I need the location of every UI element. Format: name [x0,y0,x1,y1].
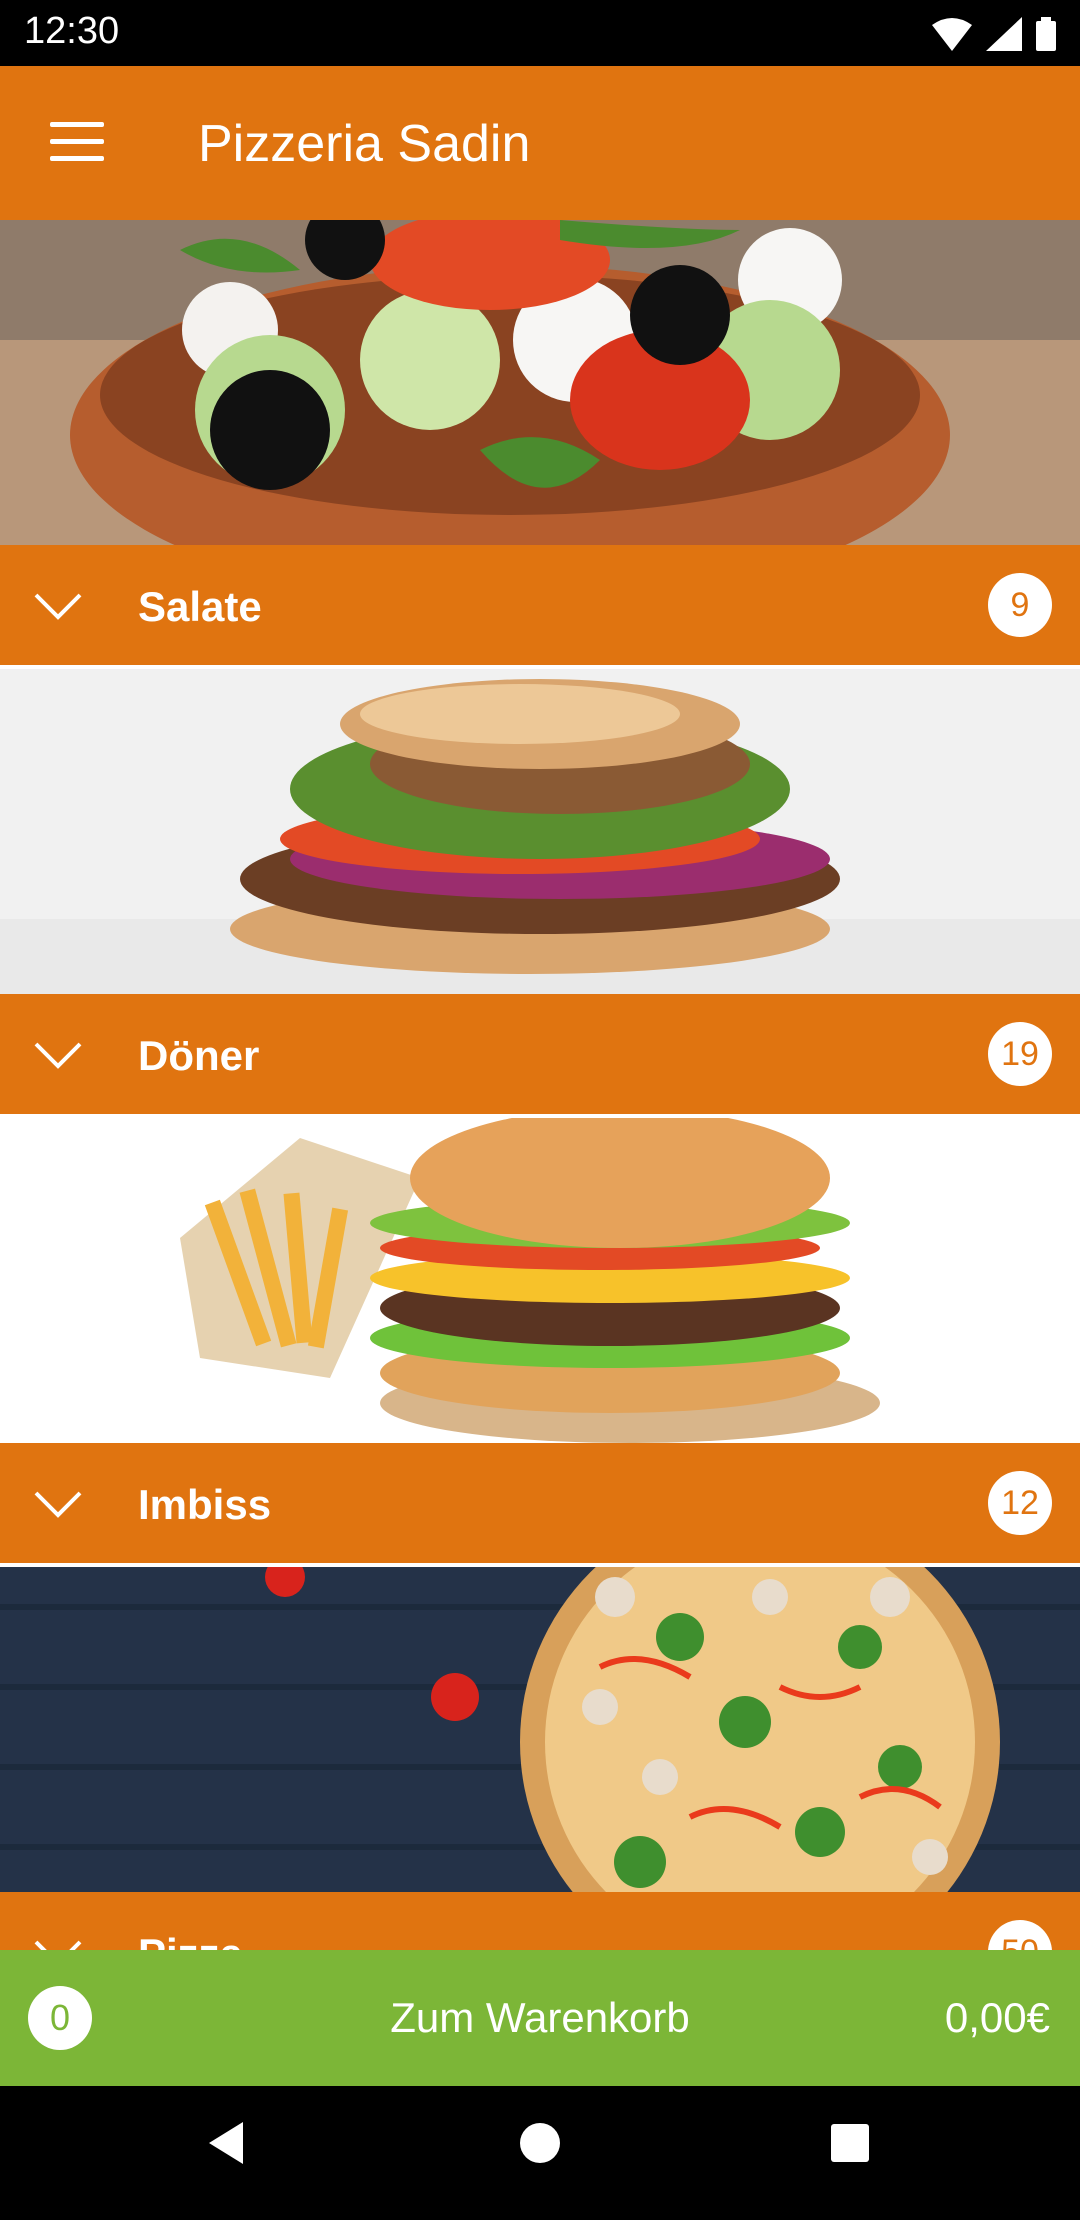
category-pizza[interactable]: Pizza 50 [0,1567,1080,1950]
item-count-badge: 50 [988,1920,1052,1950]
category-name: Salate [138,583,262,630]
doener-image [0,669,1080,994]
recents-icon[interactable] [829,2120,871,2166]
burger-image [0,1118,1080,1443]
category-imbiss[interactable]: Imbiss 12 [0,1118,1080,1567]
category-salate[interactable]: Salate 9 [0,220,1080,669]
item-count-badge: 12 [988,1471,1052,1535]
category-header-salate[interactable]: Salate 9 [0,545,1080,665]
cart-total-price: 0,00€ [944,1994,1050,2041]
chevron-down-icon [34,1940,82,1950]
status-time: 12:30 [24,10,120,52]
hamburger-menu-icon[interactable] [50,122,104,162]
item-count-badge: 9 [988,573,1052,637]
category-header-pizza[interactable]: Pizza 50 [0,1892,1080,1950]
item-count-badge: 19 [988,1022,1052,1086]
category-name: Imbiss [138,1481,272,1528]
cart-bar[interactable]: 0 Zum Warenkorb 0,00€ [0,1950,1080,2086]
system-nav-bar [0,2086,1080,2220]
status-bar: 12:30 [0,0,1080,66]
salad-image [0,220,1080,545]
back-icon[interactable] [205,2120,247,2166]
category-doener[interactable]: Döner 19 [0,669,1080,1118]
pizza-image [0,1567,1080,1892]
category-name: Döner [138,1032,260,1079]
chevron-down-icon [34,1042,82,1069]
chevron-down-icon [34,593,82,620]
category-header-imbiss[interactable]: Imbiss 12 [0,1443,1080,1563]
battery-icon [1036,17,1056,51]
status-icons [932,12,1056,56]
chevron-down-icon [34,1491,82,1518]
home-icon[interactable] [519,2120,561,2166]
wifi-icon [932,18,972,51]
category-header-doener[interactable]: Döner 19 [0,994,1080,1114]
cart-button-label[interactable]: Zum Warenkorb [0,1994,1080,2042]
category-list[interactable]: Salate 9 Döner 19 Imbiss 12 [0,220,1080,1950]
app-bar: Pizzeria Sadin [0,66,1080,220]
signal-icon [986,17,1022,51]
page-title: Pizzeria Sadin [198,115,531,173]
category-name: Pizza [138,1930,243,1950]
